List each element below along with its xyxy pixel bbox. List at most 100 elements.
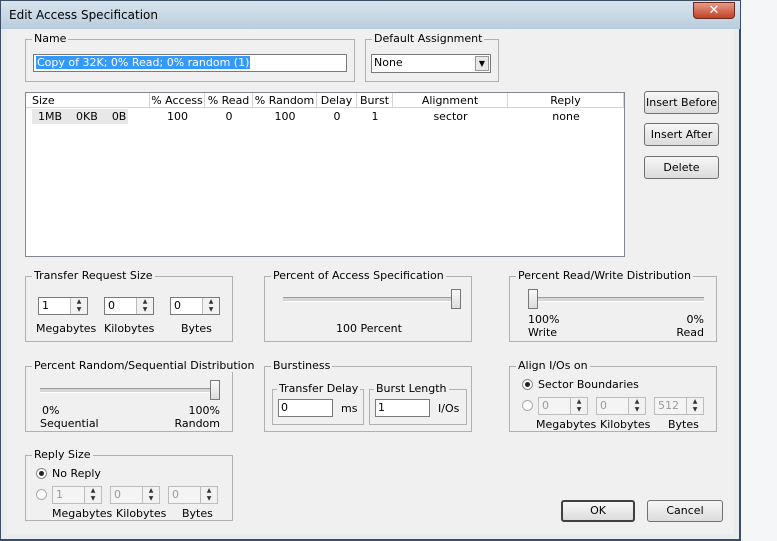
- read-write-left-label: Write: [528, 326, 558, 339]
- align-kilobytes-value: 0: [600, 399, 607, 412]
- spin-down-icon[interactable]: ▼: [85, 495, 101, 503]
- delete-button[interactable]: Delete: [644, 156, 719, 179]
- reply-size-group: Reply Size No Reply 1 ▲ ▼ 0 ▲ ▼ 0 ▲ ▼ Megab…: [25, 448, 233, 521]
- reply-bytes-stepper[interactable]: 0 ▲ ▼: [168, 486, 218, 504]
- custom-alignment-radio[interactable]: [522, 400, 533, 411]
- transfer-kilobytes-stepper[interactable]: 0 ▲ ▼: [104, 297, 154, 315]
- background-window: [740, 0, 777, 541]
- transfer-delay-input[interactable]: 0: [278, 399, 333, 417]
- transfer-megabytes-stepper[interactable]: 1 ▲ ▼: [38, 297, 88, 315]
- spin-up-icon[interactable]: ▲: [687, 398, 703, 406]
- burst-length-label: Burst Length: [374, 382, 449, 395]
- spin-up-icon[interactable]: ▲: [629, 398, 645, 406]
- random-sequential-group: Percent Random/Sequential Distribution 0…: [25, 359, 257, 432]
- spin-down-icon[interactable]: ▼: [71, 306, 87, 314]
- align-bytes-value: 512: [658, 399, 679, 412]
- read-write-slider-track[interactable]: [528, 297, 704, 302]
- burst-length-group: Burst Length 1 I/Os: [369, 382, 467, 425]
- spin-down-icon[interactable]: ▼: [687, 406, 703, 414]
- align-bytes-stepper[interactable]: 512 ▲ ▼: [654, 397, 704, 415]
- default-assignment-select[interactable]: None ▼: [371, 54, 491, 73]
- percent-access-value: 100 Percent: [336, 322, 402, 335]
- align-bytes-label: Bytes: [668, 418, 699, 431]
- cell-reply: none: [552, 110, 580, 123]
- percent-access-slider-track[interactable]: [283, 297, 461, 302]
- name-input[interactable]: Copy of 32K; 0% Read; 0% random (1): [33, 54, 347, 72]
- cell-size-b: 0B: [111, 110, 127, 123]
- cell-random: 100: [274, 110, 296, 123]
- reply-size-radio[interactable]: [36, 489, 47, 500]
- transfer-delay-group: Transfer Delay 0 ms: [272, 382, 364, 425]
- random-sequential-slider-handle[interactable]: [210, 380, 220, 400]
- spin-down-icon[interactable]: ▼: [143, 495, 159, 503]
- title-bar: Edit Access Specification ✕: [1, 1, 740, 29]
- align-kilobytes-stepper[interactable]: 0 ▲ ▼: [596, 397, 646, 415]
- column-header-read[interactable]: % Read: [205, 93, 253, 108]
- spin-up-icon[interactable]: ▲: [571, 398, 587, 406]
- cell-alignment: sector: [433, 110, 468, 123]
- spin-down-icon[interactable]: ▼: [571, 406, 587, 414]
- column-header-reply[interactable]: Reply: [508, 93, 624, 108]
- name-group: Name Copy of 32K; 0% Read; 0% random (1): [25, 32, 355, 82]
- spin-down-icon[interactable]: ▼: [629, 406, 645, 414]
- random-sequential-right-pct: 100%: [188, 404, 220, 417]
- spin-up-icon[interactable]: ▲: [143, 487, 159, 495]
- column-header-random[interactable]: % Random: [253, 93, 317, 108]
- spin-up-icon[interactable]: ▲: [203, 298, 219, 306]
- edit-access-spec-dialog: Edit Access Specification ✕ Name Copy of…: [0, 0, 741, 541]
- transfer-kilobytes-value: 0: [108, 299, 115, 312]
- reply-megabytes-value: 1: [56, 488, 63, 501]
- transfer-bytes-stepper[interactable]: 0 ▲ ▼: [170, 297, 220, 315]
- column-header-access[interactable]: % Access: [150, 93, 205, 108]
- chevron-down-icon[interactable]: ▼: [475, 56, 489, 71]
- align-megabytes-value: 0: [542, 399, 549, 412]
- align-kilobytes-label: Kilobytes: [600, 418, 651, 431]
- percent-access-slider-handle[interactable]: [451, 289, 461, 309]
- access-spec-table[interactable]: Size % Access % Read % Random Delay Burs…: [25, 92, 625, 257]
- align-megabytes-stepper[interactable]: 0 ▲ ▼: [538, 397, 588, 415]
- transfer-delay-unit: ms: [341, 402, 358, 415]
- ok-button[interactable]: OK: [561, 500, 635, 522]
- align-ios-label: Align I/Os on: [516, 359, 590, 372]
- spin-up-icon[interactable]: ▲: [137, 298, 153, 306]
- spin-down-icon[interactable]: ▼: [203, 306, 219, 314]
- window-title: Edit Access Specification: [9, 8, 158, 22]
- reply-kilobytes-stepper[interactable]: 0 ▲ ▼: [110, 486, 160, 504]
- column-header-alignment[interactable]: Alignment: [393, 93, 508, 108]
- spin-down-icon[interactable]: ▼: [201, 495, 217, 503]
- random-sequential-slider-track[interactable]: [40, 388, 220, 393]
- random-sequential-label: Percent Random/Sequential Distribution: [32, 359, 257, 372]
- read-write-group: Percent Read/Write Distribution 100% Wri…: [509, 269, 717, 342]
- column-header-burst[interactable]: Burst: [357, 93, 393, 108]
- no-reply-radio[interactable]: [36, 468, 47, 479]
- name-input-value: Copy of 32K; 0% Read; 0% random (1): [36, 56, 251, 69]
- spin-up-icon[interactable]: ▲: [201, 487, 217, 495]
- reply-bytes-label: Bytes: [182, 507, 213, 520]
- burstiness-label: Burstiness: [271, 359, 333, 372]
- column-header-delay[interactable]: Delay: [317, 93, 357, 108]
- insert-after-button[interactable]: Insert After: [644, 123, 719, 146]
- spin-down-icon[interactable]: ▼: [137, 306, 153, 314]
- burst-length-input[interactable]: 1: [375, 399, 430, 417]
- read-write-label: Percent Read/Write Distribution: [516, 269, 693, 282]
- transfer-delay-label: Transfer Delay: [277, 382, 361, 395]
- column-header-size[interactable]: Size: [26, 93, 150, 108]
- close-button[interactable]: ✕: [693, 2, 735, 19]
- insert-before-button[interactable]: Insert Before: [644, 91, 719, 114]
- random-sequential-right-label: Random: [174, 417, 220, 430]
- random-sequential-left-pct: 0%: [42, 404, 60, 417]
- burst-length-unit: I/Os: [438, 402, 460, 415]
- percent-access-group: Percent of Access Specification 100 Perc…: [264, 269, 472, 342]
- cancel-button[interactable]: Cancel: [647, 500, 723, 522]
- sector-boundaries-label: Sector Boundaries: [538, 378, 639, 391]
- burstiness-group: Burstiness Transfer Delay 0 ms Burst Len…: [264, 359, 472, 432]
- spin-up-icon[interactable]: ▲: [71, 298, 87, 306]
- reply-kilobytes-label: Kilobytes: [116, 507, 167, 520]
- reply-megabytes-stepper[interactable]: 1 ▲ ▼: [52, 486, 102, 504]
- transfer-request-size-group: Transfer Request Size 1 ▲ ▼ 0 ▲ ▼ 0 ▲ ▼ Meg…: [25, 269, 233, 342]
- spin-up-icon[interactable]: ▲: [85, 487, 101, 495]
- cell-size-mb: 1MB: [38, 110, 63, 123]
- read-write-slider-handle[interactable]: [528, 289, 538, 309]
- default-assignment-label: Default Assignment: [372, 32, 485, 45]
- sector-boundaries-radio[interactable]: [522, 379, 533, 390]
